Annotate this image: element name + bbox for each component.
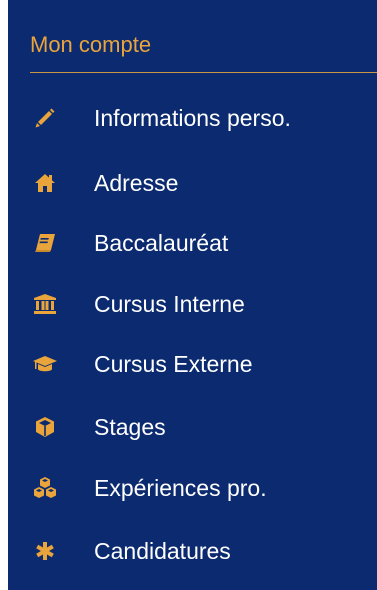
institution-icon (32, 291, 58, 317)
menu-item-label: Baccalauréat (94, 230, 229, 256)
menu-item-label: Stages (94, 414, 166, 440)
menu-item-adresse[interactable]: Adresse (8, 159, 377, 207)
home-icon (32, 170, 58, 196)
menu-item-label: Candidatures (94, 538, 231, 564)
menu-item-label: Adresse (94, 170, 179, 196)
menu-item-informations-perso[interactable]: Informations perso. (8, 94, 377, 142)
asterisk-icon (32, 538, 58, 564)
menu-item-baccalaureat[interactable]: Baccalauréat (8, 219, 377, 267)
menu-item-label: Cursus Interne (94, 291, 245, 317)
sidebar-title: Mon compte (30, 32, 152, 57)
menu-item-label: Cursus Externe (94, 351, 253, 377)
cube-icon (32, 414, 58, 440)
menu-item-label: Expériences pro. (94, 475, 267, 501)
book-icon (32, 230, 58, 256)
menu-item-label: Informations perso. (94, 105, 291, 131)
menu-item-cursus-externe[interactable]: Cursus Externe (8, 340, 377, 388)
graduation-cap-icon (32, 351, 58, 377)
menu-item-stages[interactable]: Stages (8, 403, 377, 451)
pencil-icon (32, 105, 58, 131)
menu-item-experiences-pro[interactable]: Expériences pro. (8, 464, 377, 512)
title-divider (30, 72, 377, 73)
menu-item-candidatures[interactable]: Candidatures (8, 527, 377, 575)
cubes-icon (32, 475, 58, 501)
account-sidebar: Mon compte Informations perso. Adresse B… (8, 0, 377, 590)
menu-item-cursus-interne[interactable]: Cursus Interne (8, 280, 377, 328)
